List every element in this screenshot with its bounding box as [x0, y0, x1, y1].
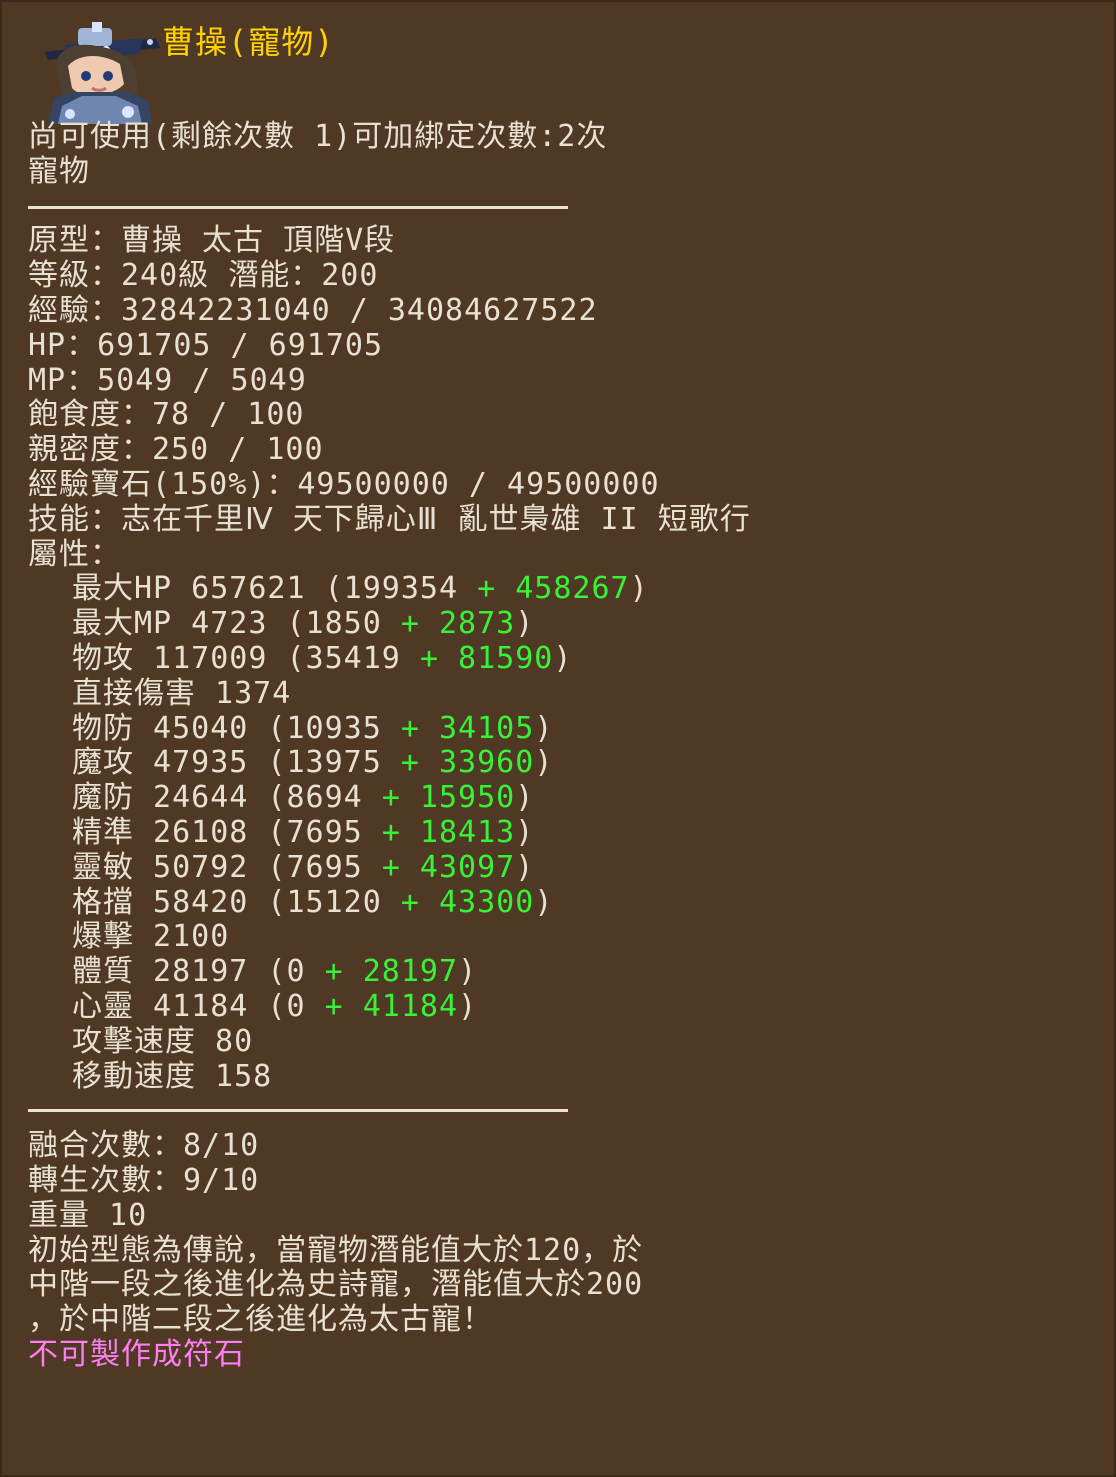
attribute-text: 直接傷害 1374: [72, 675, 292, 711]
attribute-close: ): [534, 745, 554, 781]
pet-portrait-icon: [34, 20, 164, 124]
attribute-bonus: + 81590: [419, 640, 554, 676]
pet-name-title: 曹操(寵物): [162, 23, 335, 61]
description-line: ，於中階二段之後進化為太古寵！: [28, 1302, 493, 1338]
attribute-close: ): [515, 780, 535, 816]
attribute-bonus: + 41184: [324, 988, 459, 1024]
experience-line: 經驗：32842231040 / 34084627522: [28, 292, 598, 328]
skills-line: 技能：志在千里Ⅳ 天下歸心Ⅲ 亂世梟雄 II 短歌行: [28, 501, 751, 537]
attribute-text: 物防 45040 (10935: [72, 710, 401, 746]
attribute-text: 魔防 24644 (8694: [72, 780, 382, 816]
section-divider-bottom: [28, 1094, 1098, 1129]
attribute-text: 爆擊 2100: [72, 919, 230, 955]
exp-gem-line: 經驗寶石(150%)：49500000 / 49500000: [28, 466, 660, 502]
description-line: 中階一段之後進化為史詩寵，潛能值大於200: [28, 1267, 644, 1303]
attribute-row: 爆擊 2100: [28, 919, 1098, 955]
attribute-bonus: + 33960: [400, 745, 535, 781]
section-divider-top: [28, 190, 1098, 225]
pet-tooltip-panel: 曹操(寵物) 尚可使用(剩餘次數 1)可加綁定次數:2次 寵物 原型：曹操 太古…: [0, 0, 1116, 1477]
mp-line: MP：5049 / 5049: [28, 362, 307, 398]
attribute-bonus: + 15950: [381, 780, 516, 816]
attribute-text: 靈敏 50792 (7695: [72, 849, 382, 885]
tooltip-content: 尚可使用(剩餘次數 1)可加綁定次數:2次 寵物 原型：曹操 太古 頂階V段 等…: [28, 119, 1098, 1373]
attribute-close: ): [458, 954, 478, 990]
attribute-text: 攻擊速度 80: [72, 1023, 254, 1059]
attribute-text: 體質 28197 (0: [72, 954, 325, 990]
attribute-close: ): [534, 710, 554, 746]
weight-line: 重量 10: [28, 1197, 148, 1233]
tooltip-header: 曹操(寵物): [24, 8, 924, 124]
attribute-row: 移動速度 158: [28, 1058, 1098, 1095]
attribute-text: 最大MP 4723 (1850: [72, 606, 401, 642]
attribute-row: 格擋 58420 (15120 + 43300): [28, 884, 1098, 921]
attribute-text: 心靈 41184 (0: [72, 988, 325, 1024]
attribute-bonus: + 34105: [400, 710, 535, 746]
attribute-close: ): [515, 849, 535, 885]
attribute-close: ): [515, 606, 535, 642]
attribute-bonus: + 2873: [400, 606, 516, 642]
attribute-row: 最大MP 4723 (1850 + 2873): [28, 606, 1098, 642]
attribute-text: 精準 26108 (7695: [72, 814, 382, 850]
attribute-bonus: + 43300: [400, 884, 535, 920]
rebirth-count: 轉生次數：9/10: [28, 1162, 260, 1198]
usage-status: 尚可使用(剩餘次數 1)可加綁定次數:2次: [28, 119, 608, 154]
attribute-close: ): [553, 640, 573, 676]
attributes-heading: 屬性：: [28, 536, 121, 572]
attribute-bonus: + 43097: [381, 849, 516, 885]
hp-line: HP：691705 / 691705: [28, 327, 384, 363]
item-type: 寵物: [28, 153, 90, 189]
rune-restriction-note: 不可製作成符石: [28, 1336, 245, 1372]
attribute-close: ): [458, 988, 478, 1024]
attribute-text: 魔攻 47935 (13975: [72, 745, 401, 781]
attribute-text: 物攻 117009 (35419: [72, 640, 420, 676]
attribute-row: 魔攻 47935 (13975 + 33960): [28, 745, 1098, 781]
attribute-bonus: + 18413: [381, 814, 516, 850]
attribute-row: 靈敏 50792 (7695 + 43097): [28, 849, 1098, 886]
attribute-row: 直接傷害 1374: [28, 675, 1098, 712]
satiety-line: 飽食度：78 / 100: [28, 397, 305, 433]
attribute-row: 精準 26108 (7695 + 18413): [28, 814, 1098, 851]
attribute-bonus: + 458267: [477, 571, 630, 607]
attribute-row: 魔防 24644 (8694 + 15950): [28, 780, 1098, 816]
prototype-line: 原型：曹操 太古 頂階V段: [28, 223, 396, 259]
level-line: 等級：240級 潛能：200: [28, 258, 379, 294]
attribute-row: 物防 45040 (10935 + 34105): [28, 710, 1098, 747]
attribute-close: ): [534, 884, 554, 920]
attribute-bonus: + 28197: [324, 954, 459, 990]
attribute-row: 心靈 41184 (0 + 41184): [28, 988, 1098, 1025]
attribute-close: ): [629, 571, 649, 607]
intimacy-line: 親密度：250 / 100: [28, 432, 324, 468]
attribute-text: 移動速度 158: [72, 1058, 273, 1094]
attribute-row: 攻擊速度 80: [28, 1023, 1098, 1060]
attribute-close: ): [515, 814, 535, 850]
attribute-text: 格擋 58420 (15120: [72, 884, 401, 920]
attribute-row: 體質 28197 (0 + 28197): [28, 954, 1098, 990]
description-line: 初始型態為傳說，當寵物潛能值大於120，於: [28, 1232, 644, 1268]
attribute-text: 最大HP 657621 (199354: [72, 571, 478, 607]
fusion-count: 融合次數：8/10: [28, 1128, 260, 1164]
attribute-row: 最大HP 657621 (199354 + 458267): [28, 571, 1098, 607]
attribute-row: 物攻 117009 (35419 + 81590): [28, 640, 1098, 677]
